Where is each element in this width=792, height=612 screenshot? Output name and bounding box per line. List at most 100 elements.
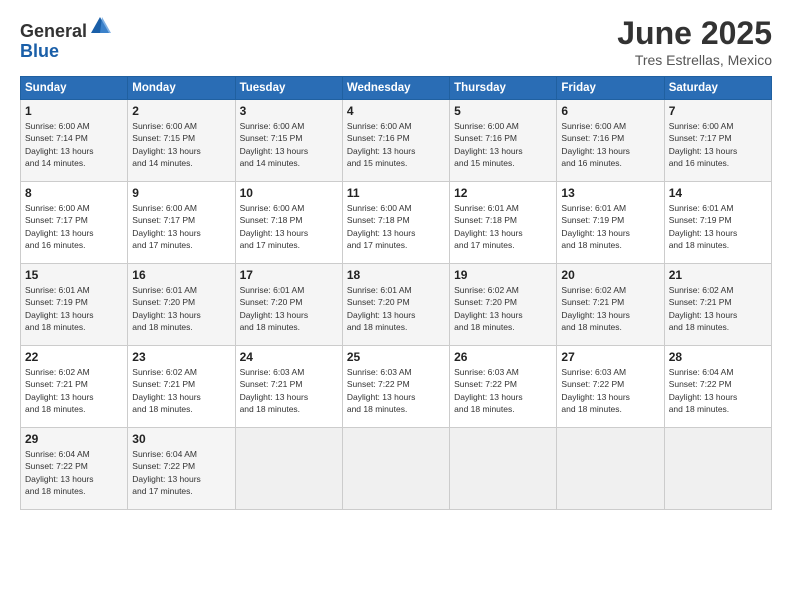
day-number: 12: [454, 186, 552, 200]
page: General Blue June 2025 Tres Estrellas, M…: [0, 0, 792, 612]
day-cell: 25 Sunrise: 6:03 AMSunset: 7:22 PMDayligh…: [342, 346, 449, 428]
day-cell: 15 Sunrise: 6:01 AMSunset: 7:19 PMDayligh…: [21, 264, 128, 346]
day-info: Sunrise: 6:00 AMSunset: 7:17 PMDaylight:…: [669, 120, 767, 169]
day-number: 10: [240, 186, 338, 200]
day-info: Sunrise: 6:00 AMSunset: 7:15 PMDaylight:…: [132, 120, 230, 169]
day-info: Sunrise: 6:00 AMSunset: 7:15 PMDaylight:…: [240, 120, 338, 169]
day-number: 22: [25, 350, 123, 364]
day-info: Sunrise: 6:01 AMSunset: 7:19 PMDaylight:…: [669, 202, 767, 251]
day-number: 15: [25, 268, 123, 282]
day-info: Sunrise: 6:00 AMSunset: 7:17 PMDaylight:…: [132, 202, 230, 251]
day-info: Sunrise: 6:02 AMSunset: 7:21 PMDaylight:…: [669, 284, 767, 333]
day-cell: [342, 428, 449, 510]
day-cell: 29 Sunrise: 6:04 AMSunset: 7:22 PMDayligh…: [21, 428, 128, 510]
column-header-wednesday: Wednesday: [342, 77, 449, 100]
day-info: Sunrise: 6:00 AMSunset: 7:16 PMDaylight:…: [561, 120, 659, 169]
day-cell: 8 Sunrise: 6:00 AMSunset: 7:17 PMDaylight…: [21, 182, 128, 264]
day-cell: 6 Sunrise: 6:00 AMSunset: 7:16 PMDaylight…: [557, 100, 664, 182]
day-number: 14: [669, 186, 767, 200]
day-number: 27: [561, 350, 659, 364]
logo-icon: [89, 15, 111, 37]
day-info: Sunrise: 6:00 AMSunset: 7:18 PMDaylight:…: [240, 202, 338, 251]
day-number: 20: [561, 268, 659, 282]
title-block: June 2025 Tres Estrellas, Mexico: [617, 15, 772, 68]
logo-blue: Blue: [20, 41, 59, 61]
day-cell: 27 Sunrise: 6:03 AMSunset: 7:22 PMDayligh…: [557, 346, 664, 428]
day-number: 26: [454, 350, 552, 364]
column-header-sunday: Sunday: [21, 77, 128, 100]
day-info: Sunrise: 6:00 AMSunset: 7:14 PMDaylight:…: [25, 120, 123, 169]
column-header-saturday: Saturday: [664, 77, 771, 100]
day-cell: 23 Sunrise: 6:02 AMSunset: 7:21 PMDayligh…: [128, 346, 235, 428]
day-cell: 2Sunrise: 6:00 AMSunset: 7:15 PMDaylight…: [128, 100, 235, 182]
day-info: Sunrise: 6:04 AMSunset: 7:22 PMDaylight:…: [25, 448, 123, 497]
day-cell: [557, 428, 664, 510]
day-number: 18: [347, 268, 445, 282]
day-number: 4: [347, 104, 445, 118]
day-cell: 28Sunrise: 6:04 AMSunset: 7:22 PMDayligh…: [664, 346, 771, 428]
day-info: Sunrise: 6:00 AMSunset: 7:17 PMDaylight:…: [25, 202, 123, 251]
day-cell: 1 Sunrise: 6:00 AMSunset: 7:14 PMDaylight…: [21, 100, 128, 182]
week-row-5: 29 Sunrise: 6:04 AMSunset: 7:22 PMDayligh…: [21, 428, 772, 510]
day-cell: 17 Sunrise: 6:01 AMSunset: 7:20 PMDayligh…: [235, 264, 342, 346]
day-info: Sunrise: 6:00 AMSunset: 7:16 PMDaylight:…: [454, 120, 552, 169]
day-cell: 7 Sunrise: 6:00 AMSunset: 7:17 PMDaylight…: [664, 100, 771, 182]
day-cell: 30 Sunrise: 6:04 AMSunset: 7:22 PMDayligh…: [128, 428, 235, 510]
day-cell: 3Sunrise: 6:00 AMSunset: 7:15 PMDaylight…: [235, 100, 342, 182]
day-cell: 11 Sunrise: 6:00 AMSunset: 7:18 PMDayligh…: [342, 182, 449, 264]
day-cell: 9 Sunrise: 6:00 AMSunset: 7:17 PMDaylight…: [128, 182, 235, 264]
day-number: 30: [132, 432, 230, 446]
week-row-1: 1 Sunrise: 6:00 AMSunset: 7:14 PMDaylight…: [21, 100, 772, 182]
day-info: Sunrise: 6:03 AMSunset: 7:22 PMDaylight:…: [454, 366, 552, 415]
day-cell: 16 Sunrise: 6:01 AMSunset: 7:20 PMDayligh…: [128, 264, 235, 346]
day-cell: 21Sunrise: 6:02 AMSunset: 7:21 PMDayligh…: [664, 264, 771, 346]
day-number: 17: [240, 268, 338, 282]
day-cell: 10 Sunrise: 6:00 AMSunset: 7:18 PMDayligh…: [235, 182, 342, 264]
day-info: Sunrise: 6:04 AMSunset: 7:22 PMDaylight:…: [132, 448, 230, 497]
calendar: SundayMondayTuesdayWednesdayThursdayFrid…: [20, 76, 772, 510]
day-info: Sunrise: 6:00 AMSunset: 7:16 PMDaylight:…: [347, 120, 445, 169]
day-number: 11: [347, 186, 445, 200]
day-cell: [664, 428, 771, 510]
day-info: Sunrise: 6:03 AMSunset: 7:22 PMDaylight:…: [561, 366, 659, 415]
day-number: 25: [347, 350, 445, 364]
day-cell: 22 Sunrise: 6:02 AMSunset: 7:21 PMDayligh…: [21, 346, 128, 428]
logo: General Blue: [20, 15, 111, 62]
column-header-monday: Monday: [128, 77, 235, 100]
day-number: 23: [132, 350, 230, 364]
day-cell: [235, 428, 342, 510]
day-info: Sunrise: 6:01 AMSunset: 7:20 PMDaylight:…: [132, 284, 230, 333]
day-info: Sunrise: 6:02 AMSunset: 7:21 PMDaylight:…: [561, 284, 659, 333]
header-row: SundayMondayTuesdayWednesdayThursdayFrid…: [21, 77, 772, 100]
column-header-friday: Friday: [557, 77, 664, 100]
day-cell: 19Sunrise: 6:02 AMSunset: 7:20 PMDayligh…: [450, 264, 557, 346]
day-info: Sunrise: 6:03 AMSunset: 7:22 PMDaylight:…: [347, 366, 445, 415]
subtitle: Tres Estrellas, Mexico: [617, 52, 772, 68]
header: General Blue June 2025 Tres Estrellas, M…: [20, 15, 772, 68]
day-info: Sunrise: 6:01 AMSunset: 7:19 PMDaylight:…: [25, 284, 123, 333]
day-number: 7: [669, 104, 767, 118]
calendar-body: 1 Sunrise: 6:00 AMSunset: 7:14 PMDaylight…: [21, 100, 772, 510]
day-cell: 14 Sunrise: 6:01 AMSunset: 7:19 PMDayligh…: [664, 182, 771, 264]
column-header-thursday: Thursday: [450, 77, 557, 100]
day-number: 29: [25, 432, 123, 446]
day-number: 6: [561, 104, 659, 118]
day-cell: 18Sunrise: 6:01 AMSunset: 7:20 PMDayligh…: [342, 264, 449, 346]
day-info: Sunrise: 6:01 AMSunset: 7:18 PMDaylight:…: [454, 202, 552, 251]
week-row-2: 8 Sunrise: 6:00 AMSunset: 7:17 PMDaylight…: [21, 182, 772, 264]
day-info: Sunrise: 6:02 AMSunset: 7:21 PMDaylight:…: [25, 366, 123, 415]
day-cell: 5Sunrise: 6:00 AMSunset: 7:16 PMDaylight…: [450, 100, 557, 182]
day-cell: [450, 428, 557, 510]
day-info: Sunrise: 6:01 AMSunset: 7:19 PMDaylight:…: [561, 202, 659, 251]
day-number: 9: [132, 186, 230, 200]
day-cell: 4 Sunrise: 6:00 AMSunset: 7:16 PMDaylight…: [342, 100, 449, 182]
calendar-header: SundayMondayTuesdayWednesdayThursdayFrid…: [21, 77, 772, 100]
day-number: 16: [132, 268, 230, 282]
day-number: 1: [25, 104, 123, 118]
day-info: Sunrise: 6:00 AMSunset: 7:18 PMDaylight:…: [347, 202, 445, 251]
logo-general: General: [20, 21, 87, 41]
day-info: Sunrise: 6:01 AMSunset: 7:20 PMDaylight:…: [240, 284, 338, 333]
day-number: 8: [25, 186, 123, 200]
day-cell: 12 Sunrise: 6:01 AMSunset: 7:18 PMDayligh…: [450, 182, 557, 264]
day-info: Sunrise: 6:02 AMSunset: 7:21 PMDaylight:…: [132, 366, 230, 415]
